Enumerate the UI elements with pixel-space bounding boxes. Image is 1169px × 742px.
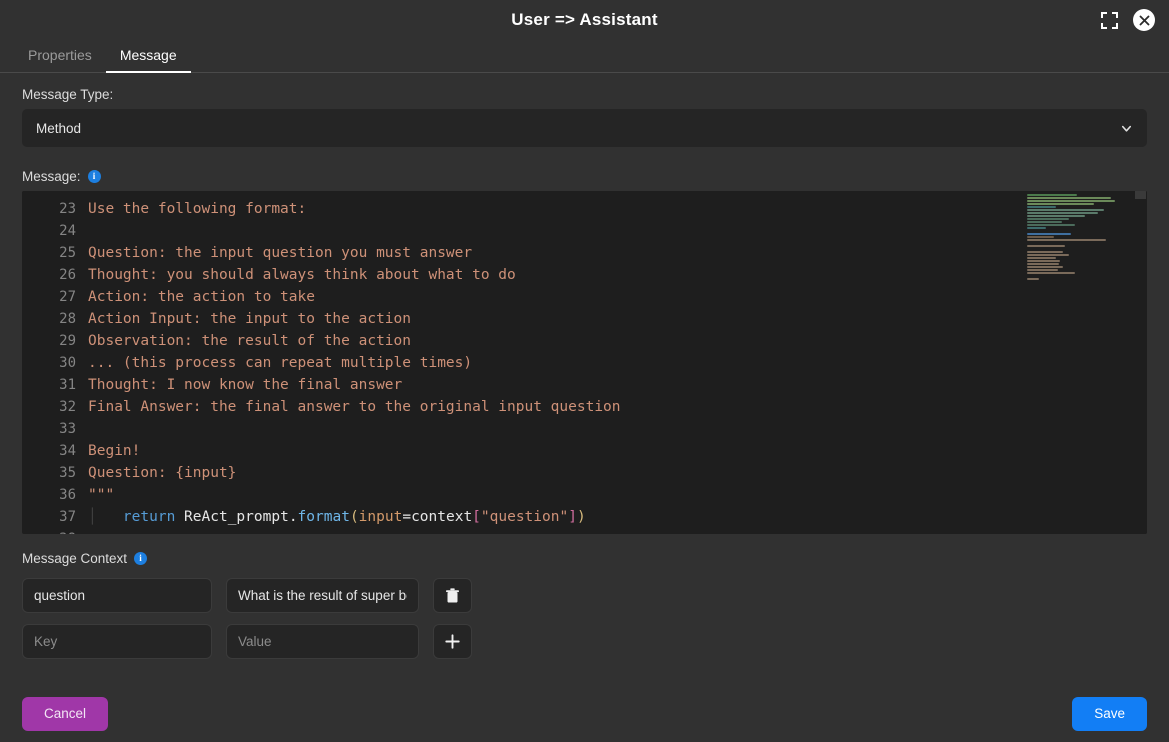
modal-footer: Cancel Save [0, 685, 1169, 742]
cancel-button[interactable]: Cancel [22, 696, 109, 731]
tab-bar: Properties Message [0, 40, 1169, 73]
trash-icon [446, 587, 459, 602]
token-object: ReAct_prompt [175, 509, 289, 525]
code-line: Observation: the result of the action [88, 333, 412, 349]
context-key-input[interactable] [22, 578, 212, 613]
plus-icon [445, 634, 460, 649]
message-type-label: Message Type: [22, 87, 114, 102]
token-open-paren: ( [349, 509, 359, 525]
line-number: 30 [59, 355, 76, 371]
code-line: Action: the action to take [88, 289, 315, 305]
info-icon[interactable]: i [87, 170, 101, 183]
line-number: 34 [59, 443, 76, 459]
delete-context-row-button[interactable] [433, 578, 472, 613]
line-number: 27 [59, 289, 76, 305]
fullscreen-expand-icon [1100, 11, 1118, 29]
scrollbar-thumb[interactable] [1135, 191, 1146, 199]
line-number: 28 [59, 311, 76, 327]
modal-body: Message Type: Method Message: i 23 24 25… [0, 73, 1169, 685]
token-keyword: return [122, 509, 176, 525]
message-context-label-row: Message Context i [22, 551, 1147, 566]
line-number: 26 [59, 267, 76, 283]
line-number: 35 [59, 465, 76, 481]
modal-header: User => Assistant [0, 0, 1169, 40]
token-equals: = [402, 509, 412, 525]
line-number: 33 [59, 421, 76, 437]
token-string: "question" [480, 509, 569, 525]
add-context-row-button[interactable] [433, 624, 472, 659]
line-number: 29 [59, 333, 76, 349]
code-line: Final Answer: the final answer to the or… [88, 399, 621, 415]
header-actions [1097, 8, 1155, 32]
message-label-row: Message: i [22, 169, 1147, 184]
line-number: 23 [59, 201, 76, 217]
line-number: 38 [22, 528, 88, 534]
code-line: Begin! [88, 443, 141, 459]
line-number: 24 [59, 223, 76, 239]
message-code-editor[interactable]: 23 24 25 26 27 28 29 30 31 32 33 34 35 3… [22, 191, 1147, 534]
code-line: Thought: I now know the final answer [88, 377, 403, 393]
info-icon[interactable]: i [134, 552, 148, 565]
message-context-section: Message Context i [22, 534, 1147, 670]
line-number: 37 [59, 509, 76, 525]
token-close-bracket: ] [568, 509, 577, 525]
editor-minimap[interactable] [1025, 191, 1125, 281]
line-number: 31 [59, 377, 76, 393]
token-close-paren: ) [576, 509, 586, 525]
code-line: ... (this process can repeat multiple ti… [88, 355, 473, 371]
token-arg-value: context [411, 509, 473, 525]
message-context-label: Message Context [22, 551, 128, 566]
context-row [22, 578, 1147, 613]
editor-vertical-scrollbar[interactable] [1134, 191, 1147, 534]
message-type-select[interactable]: Method [22, 109, 1147, 147]
close-button[interactable] [1133, 9, 1155, 31]
fullscreen-expand-button[interactable] [1097, 8, 1121, 32]
code-line: Action Input: the input to the action [88, 311, 412, 327]
code-line: Question: {input} [88, 465, 237, 481]
code-line-37: │ return ReAct_prompt.format(input=conte… [88, 506, 1147, 528]
indent-guide: │ [88, 509, 123, 525]
token-open-bracket: [ [472, 509, 481, 525]
editor-line-numbers: 23 24 25 26 27 28 29 30 31 32 33 34 35 3… [22, 191, 88, 534]
line-number: 36 [59, 487, 76, 503]
context-key-input-new[interactable] [22, 624, 212, 659]
token-arg-name: input [358, 509, 403, 525]
close-icon [1139, 15, 1149, 25]
line-number: 32 [59, 399, 76, 415]
message-type-value: Method [36, 120, 82, 136]
token-dot: . [288, 509, 298, 525]
context-row [22, 624, 1147, 659]
line-number: 25 [59, 245, 76, 261]
message-label: Message: [22, 169, 81, 184]
code-line: Thought: you should always think about w… [88, 267, 516, 283]
token-method: format [297, 509, 350, 525]
editor-code-area[interactable]: Use the following format: Question: the … [88, 191, 1147, 534]
code-line: Use the following format: [88, 201, 307, 217]
chevron-down-icon [1121, 125, 1132, 132]
save-button[interactable]: Save [1072, 696, 1147, 731]
code-line: Question: the input question you must an… [88, 245, 473, 261]
message-editor-modal: User => Assistant Properties Message Mes… [0, 0, 1169, 742]
context-value-input-new[interactable] [226, 624, 419, 659]
context-value-input[interactable] [226, 578, 419, 613]
tab-properties[interactable]: Properties [14, 42, 106, 72]
code-line: """ [88, 487, 115, 503]
page-title: User => Assistant [511, 10, 658, 29]
tab-message[interactable]: Message [105, 42, 191, 73]
